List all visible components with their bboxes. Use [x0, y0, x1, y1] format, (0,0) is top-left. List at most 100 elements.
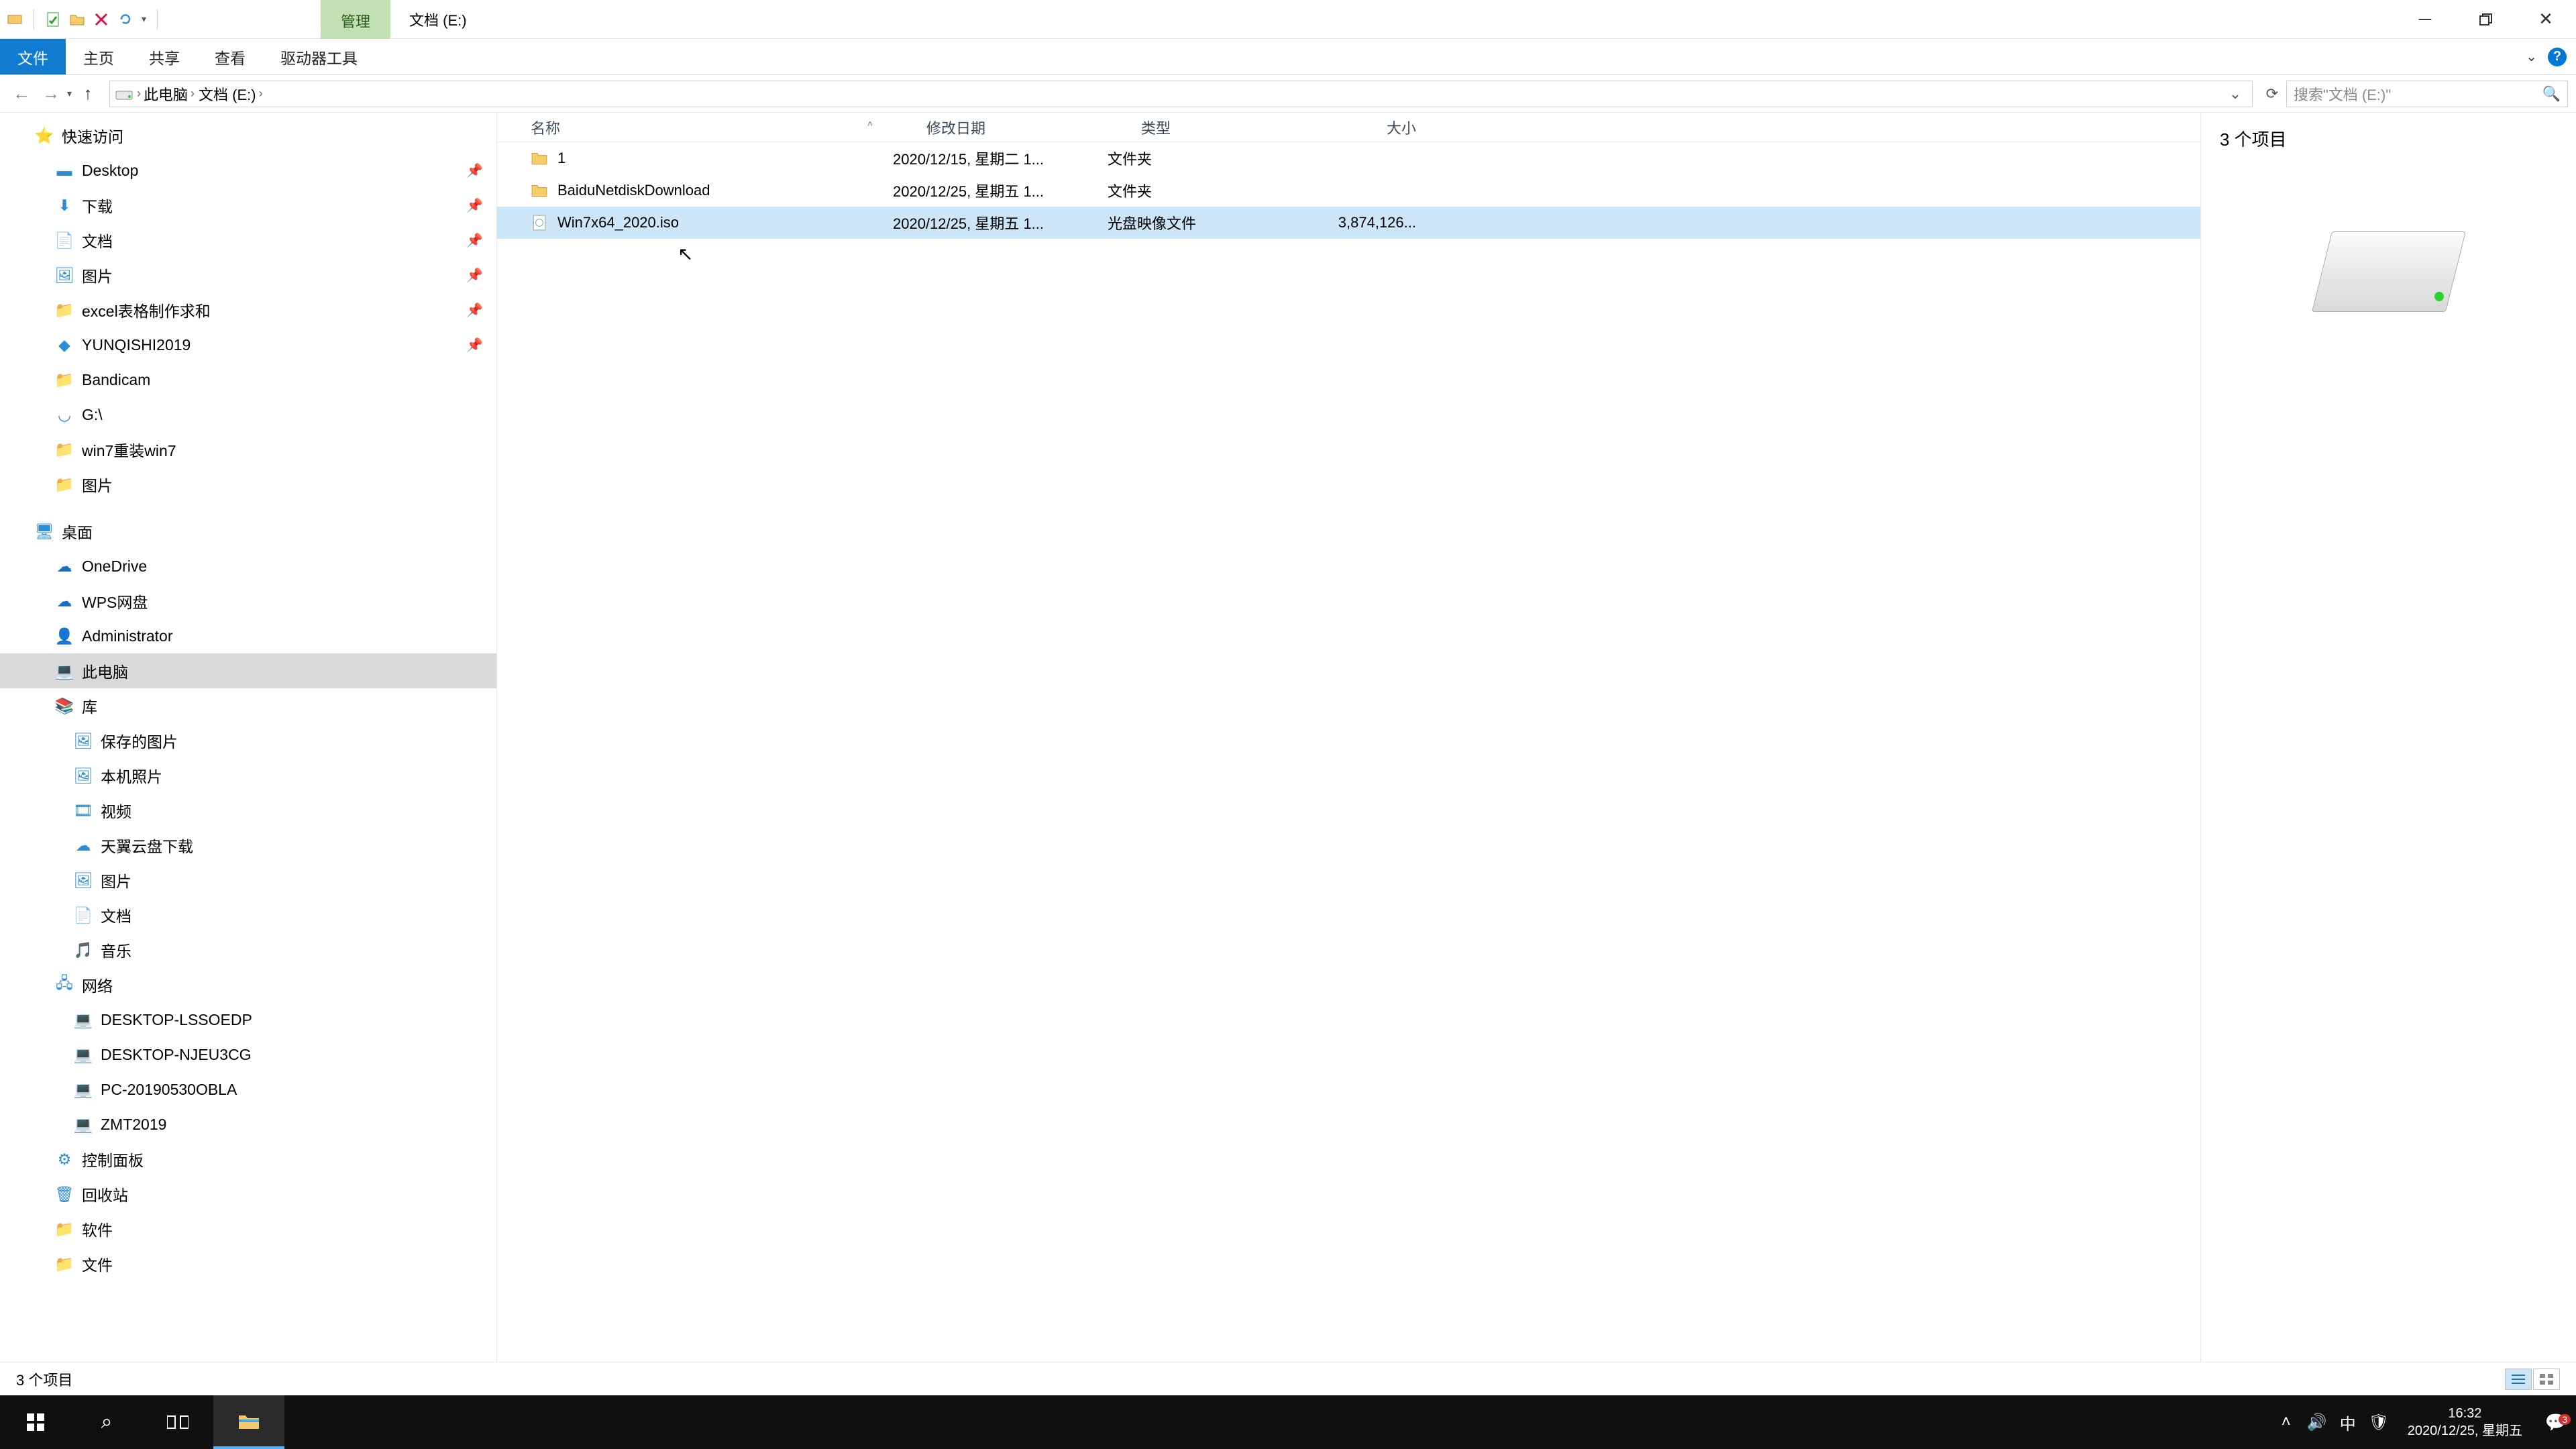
tree-quick-access[interactable]: ⭐快速访问	[0, 118, 496, 153]
context-tab-manage[interactable]: 管理	[321, 0, 390, 39]
refresh-button[interactable]: ⟳	[2261, 81, 2284, 107]
video-icon: 🎞	[74, 802, 93, 820]
cell-name: BaiduNetdiskDownload	[497, 182, 893, 199]
tree-docs-lib[interactable]: 📄文档	[0, 898, 496, 932]
window-title: 文档 (E:)	[390, 0, 486, 39]
tree-pc4[interactable]: 💻ZMT2019	[0, 1107, 496, 1142]
minimize-button[interactable]: ─	[2395, 0, 2455, 38]
tree-library[interactable]: 📚库	[0, 688, 496, 723]
tree-file-folder[interactable]: 📁文件	[0, 1246, 496, 1281]
tree-tianyi[interactable]: ☁天翼云盘下载	[0, 828, 496, 863]
tree-admin[interactable]: 👤Administrator	[0, 619, 496, 653]
security-icon[interactable]: 🛡	[2363, 1413, 2394, 1432]
ribbon-tab-home[interactable]: 主页	[66, 39, 131, 74]
ribbon-tab-file[interactable]: 文件	[0, 39, 66, 74]
breadcrumb-box[interactable]: ›此电脑 › 文档 (E:) › ⌄	[109, 80, 2253, 107]
ribbon-tab-drive-tools[interactable]: 驱动器工具	[263, 39, 375, 74]
properties-icon[interactable]	[45, 11, 61, 28]
history-dropdown-icon[interactable]: ▾	[67, 88, 72, 99]
status-text: 3 个项目	[16, 1368, 72, 1390]
undo-icon[interactable]	[117, 11, 133, 28]
drive-icon: ◡	[55, 406, 74, 424]
tree-recycle[interactable]: 🗑回收站	[0, 1177, 496, 1212]
table-row[interactable]: Win7x64_2020.iso2020/12/25, 星期五 1...光盘映像…	[497, 207, 2200, 239]
ribbon-tab-share[interactable]: 共享	[131, 39, 197, 74]
navigation-tree[interactable]: ⭐快速访问 ▬Desktop📌 ⬇下载📌 📄文档📌 🖼图片📌 📁excel表格制…	[0, 113, 496, 1362]
tray-overflow-icon[interactable]: ˄	[2271, 1413, 2302, 1432]
tree-desktop[interactable]: ▬Desktop📌	[0, 153, 496, 188]
tree-cam-roll[interactable]: 🖼本机照片	[0, 758, 496, 793]
pc-icon: 💻	[74, 1046, 93, 1064]
cell-type: 文件夹	[1108, 148, 1289, 169]
search-icon[interactable]: 🔍	[2542, 85, 2561, 103]
col-header-name[interactable]: 名称˄	[497, 117, 893, 138]
taskbar-explorer[interactable]	[213, 1395, 284, 1449]
tree-downloads[interactable]: ⬇下载📌	[0, 188, 496, 223]
cell-date: 2020/12/15, 星期二 1...	[893, 148, 1108, 169]
col-header-type[interactable]: 类型	[1108, 117, 1289, 138]
action-center-button[interactable]: 💬3	[2536, 1412, 2576, 1433]
pin-icon: 📌	[466, 267, 483, 284]
tree-g-drive[interactable]: ◡G:\	[0, 397, 496, 432]
forward-button[interactable]: →	[38, 80, 64, 107]
ribbon-tab-view[interactable]: 查看	[197, 39, 263, 74]
tree-network[interactable]: 🖧网络	[0, 967, 496, 1002]
qat-customize-icon[interactable]: ▾	[142, 13, 146, 25]
tree-pics-lib[interactable]: 🖼图片	[0, 863, 496, 898]
table-row[interactable]: BaiduNetdiskDownload2020/12/25, 星期五 1...…	[497, 174, 2200, 207]
folder-icon: 📁	[55, 1220, 74, 1238]
back-button[interactable]: ←	[8, 80, 35, 107]
tree-yunqishi[interactable]: ◆YUNQISHI2019📌	[0, 327, 496, 362]
tree-music[interactable]: 🎵音乐	[0, 932, 496, 967]
tree-pc1[interactable]: 💻DESKTOP-LSSOEDP	[0, 1002, 496, 1037]
tree-software[interactable]: 📁软件	[0, 1212, 496, 1246]
crumb-root[interactable]: ›此电脑 ›	[137, 83, 195, 105]
tree-wps[interactable]: ☁WPS网盘	[0, 584, 496, 619]
tree-pictures[interactable]: 🖼图片📌	[0, 258, 496, 292]
ribbon-expand-icon[interactable]: ⌄	[2526, 48, 2537, 65]
folder-icon	[531, 182, 548, 199]
tree-pc2[interactable]: 💻DESKTOP-NJEU3CG	[0, 1037, 496, 1072]
title-tab-group: 管理 文档 (E:)	[321, 0, 486, 39]
tree-bandicam[interactable]: 📁Bandicam	[0, 362, 496, 397]
crumb-location[interactable]: 文档 (E:) ›	[199, 83, 263, 105]
task-view-button[interactable]	[142, 1395, 213, 1449]
cloud-icon: ☁	[55, 557, 74, 576]
cell-name: Win7x64_2020.iso	[497, 214, 893, 231]
close-button[interactable]: ✕	[2516, 0, 2576, 38]
tree-pc3[interactable]: 💻PC-20190530OBLA	[0, 1072, 496, 1107]
restore-button[interactable]	[2455, 0, 2516, 38]
tree-onedrive[interactable]: ☁OneDrive	[0, 549, 496, 584]
col-header-size[interactable]: 大小	[1289, 117, 1436, 138]
music-icon: 🎵	[74, 941, 93, 959]
view-thumbnails-button[interactable]	[2533, 1368, 2560, 1390]
help-icon[interactable]: ?	[2548, 48, 2567, 66]
tree-saved-pics[interactable]: 🖼保存的图片	[0, 723, 496, 758]
notification-badge: 3	[2559, 1414, 2571, 1425]
ime-indicator[interactable]: 中	[2332, 1411, 2363, 1434]
star-icon: ⭐	[35, 127, 54, 145]
tree-documents[interactable]: 📄文档📌	[0, 223, 496, 258]
volume-icon[interactable]: 🔊	[2302, 1413, 2332, 1432]
tree-excel-req[interactable]: 📁excel表格制作求和📌	[0, 292, 496, 327]
tree-desktop-cn[interactable]: 🖥桌面	[0, 514, 496, 549]
view-details-button[interactable]	[2505, 1368, 2532, 1390]
search-button[interactable]: ⌕	[71, 1395, 142, 1449]
table-row[interactable]: 12020/12/15, 星期二 1...文件夹	[497, 142, 2200, 174]
start-button[interactable]	[0, 1395, 71, 1449]
search-input[interactable]: 搜索"文档 (E:)" 🔍	[2286, 80, 2568, 107]
cell-name: 1	[497, 150, 893, 167]
tree-win7reinstall[interactable]: 📁win7重装win7	[0, 432, 496, 467]
clock[interactable]: 16:32 2020/12/25, 星期五	[2394, 1405, 2536, 1440]
tree-videos[interactable]: 🎞视频	[0, 793, 496, 828]
app-icon	[7, 11, 23, 28]
new-folder-icon[interactable]	[69, 11, 85, 28]
tree-control-panel[interactable]: ⚙控制面板	[0, 1142, 496, 1177]
clock-time: 16:32	[2408, 1405, 2522, 1422]
tree-this-pc[interactable]: 💻此电脑	[0, 653, 496, 688]
tree-pictures2[interactable]: 📁图片	[0, 467, 496, 502]
col-header-date[interactable]: 修改日期	[893, 117, 1108, 138]
up-button[interactable]: ↑	[74, 80, 101, 107]
address-dropdown-icon[interactable]: ⌄	[2224, 81, 2247, 107]
delete-icon[interactable]	[93, 11, 109, 28]
